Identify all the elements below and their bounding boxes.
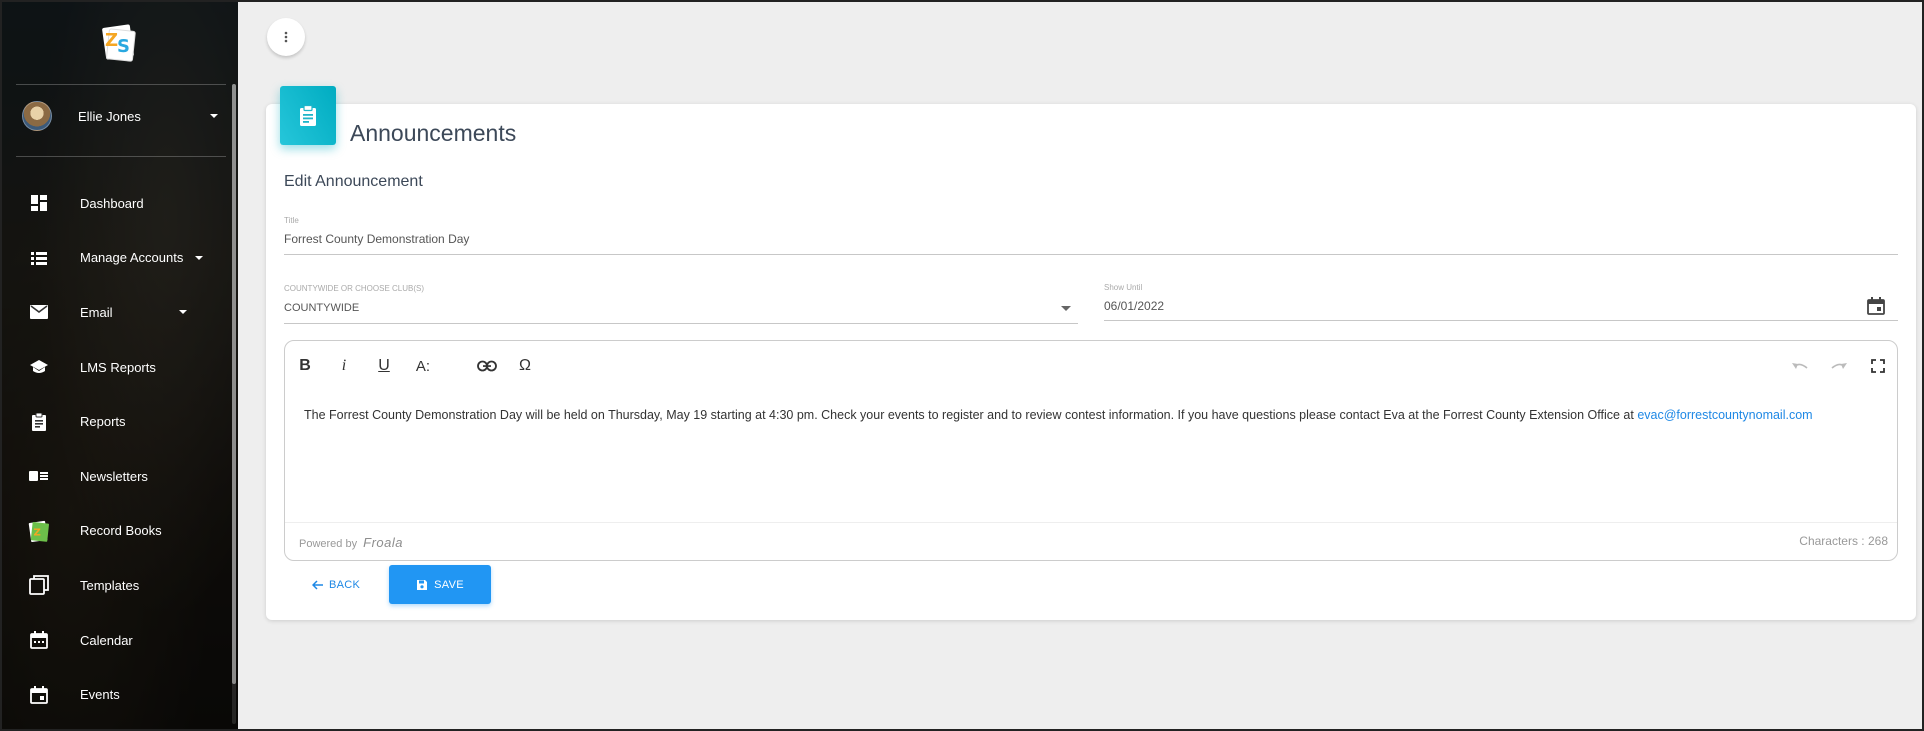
font-size-button[interactable]: A: [408, 353, 438, 379]
sidebar-toggle-button[interactable] [267, 18, 305, 56]
sidebar: Z S Ellie Jones Dashboard Manage Account… [0, 0, 238, 731]
scrollbar-thumb[interactable] [232, 84, 236, 684]
sidebar-item-label: Reports [80, 414, 126, 430]
sidebar-item-label: Calendar [80, 632, 133, 648]
sidebar-item-dashboard[interactable]: Dashboard [0, 176, 238, 231]
sidebar-item-calendar[interactable]: Calendar [0, 613, 238, 668]
special-characters-button[interactable]: Ω [510, 353, 540, 379]
show-until-input[interactable]: 06/01/2022 [1104, 299, 1164, 313]
sidebar-item-reports[interactable]: Reports [0, 394, 238, 449]
title-field-label: Title [284, 216, 299, 225]
chevron-down-icon [210, 114, 218, 118]
italic-button[interactable]: i [329, 353, 359, 379]
sidebar-item-label: Email [80, 304, 113, 320]
powered-by-label: Powered by [299, 538, 358, 550]
sidebar-item-email[interactable]: Email [0, 285, 238, 340]
save-icon [417, 579, 428, 590]
froala-logo: Froala [363, 535, 404, 550]
rich-text-editor[interactable]: B i U A: Ω The Forrest County Demonstrat… [284, 340, 1898, 561]
newsletter-icon [28, 465, 50, 487]
scope-select-underline [284, 323, 1078, 324]
sidebar-item-label: Manage Accounts [80, 250, 184, 266]
sidebar-item-events[interactable]: Events [0, 667, 238, 722]
scope-select[interactable]: COUNTYWIDE [284, 302, 359, 314]
sidebar-item-label: Dashboard [80, 195, 144, 211]
user-menu[interactable]: Ellie Jones [22, 100, 218, 132]
save-button[interactable]: SAVE [389, 565, 491, 604]
card-header-icon [280, 86, 336, 145]
svg-text:Z: Z [34, 527, 41, 538]
sidebar-item-label: Newsletters [80, 468, 148, 484]
dropdown-arrow-icon[interactable] [1061, 306, 1071, 311]
sidebar-item-label: Templates [80, 577, 140, 593]
editor-footer: Powered by Froala Characters : 268 [285, 522, 1897, 560]
insert-link-button[interactable] [472, 353, 502, 379]
bold-button[interactable]: B [290, 353, 320, 379]
sidebar-item-label: LMS Reports [80, 359, 156, 375]
undo-icon [1792, 363, 1808, 369]
clipboard-icon [28, 411, 50, 433]
email-link[interactable]: evac@forrestcountynomail.com [1637, 408, 1812, 422]
user-name: Ellie Jones [78, 108, 141, 124]
scope-field-label: COUNTYWIDE OR CHOOSE CLUB(S) [284, 284, 425, 293]
chevron-down-icon [178, 310, 187, 315]
save-button-label: SAVE [434, 578, 464, 591]
character-count: Characters : 268 [1799, 534, 1888, 548]
calendar-icon [28, 629, 50, 651]
school-icon [28, 356, 50, 378]
svg-text:S: S [117, 36, 130, 57]
sidebar-item-lms-reports[interactable]: LMS Reports [0, 340, 238, 395]
title-input-underline [284, 254, 1898, 255]
editor-body-text: The Forrest County Demonstration Day wil… [304, 408, 1638, 422]
editor-content[interactable]: The Forrest County Demonstration Day wil… [304, 407, 1884, 423]
link-icon [477, 360, 497, 372]
list-icon [28, 247, 50, 269]
show-until-label: Show Until [1104, 283, 1143, 292]
zs-logo-icon[interactable]: Z S [100, 22, 138, 64]
redo-button[interactable] [1824, 353, 1854, 379]
sidebar-item-newsletters[interactable]: Newsletters [0, 449, 238, 504]
back-button-label: BACK [329, 579, 361, 591]
date-picker-icon[interactable] [1867, 297, 1885, 320]
mail-icon [28, 301, 50, 323]
avatar [22, 101, 52, 131]
powered-by[interactable]: Powered by Froala [299, 535, 403, 550]
sidebar-item-record-books[interactable]: Z Record Books [0, 504, 238, 559]
show-until-underline [1104, 320, 1898, 321]
sidebar-item-label: Record Books [80, 523, 162, 539]
fullscreen-button[interactable] [1863, 353, 1893, 379]
templates-icon [28, 574, 50, 596]
sidebar-divider [16, 156, 226, 157]
form-subtitle: Edit Announcement [284, 173, 423, 190]
title-input[interactable]: Forrest County Demonstration Day [284, 232, 469, 246]
redo-icon [1831, 363, 1847, 369]
sidebar-item-manage-accounts[interactable]: Manage Accounts [0, 231, 238, 286]
chevron-down-icon [195, 255, 204, 260]
dashboard-icon [28, 192, 50, 214]
sidebar-nav: Dashboard Manage Accounts Email LMS Repo… [0, 176, 238, 722]
underline-button[interactable]: U [369, 353, 399, 379]
sidebar-scrollbar[interactable] [232, 84, 236, 724]
arrow-back-icon [312, 580, 323, 590]
page-title: Announcements [350, 120, 517, 146]
fullscreen-icon [1871, 359, 1885, 373]
sidebar-item-templates[interactable]: Templates [0, 558, 238, 613]
event-icon [28, 684, 50, 706]
sidebar-item-label: Events [80, 687, 120, 703]
more-vert-icon [284, 31, 288, 43]
sidebar-divider [16, 84, 226, 85]
clipboard-icon [300, 104, 316, 126]
undo-button[interactable] [1785, 353, 1815, 379]
back-button[interactable]: BACK [312, 574, 360, 596]
record-books-logo-icon: Z [28, 520, 50, 542]
